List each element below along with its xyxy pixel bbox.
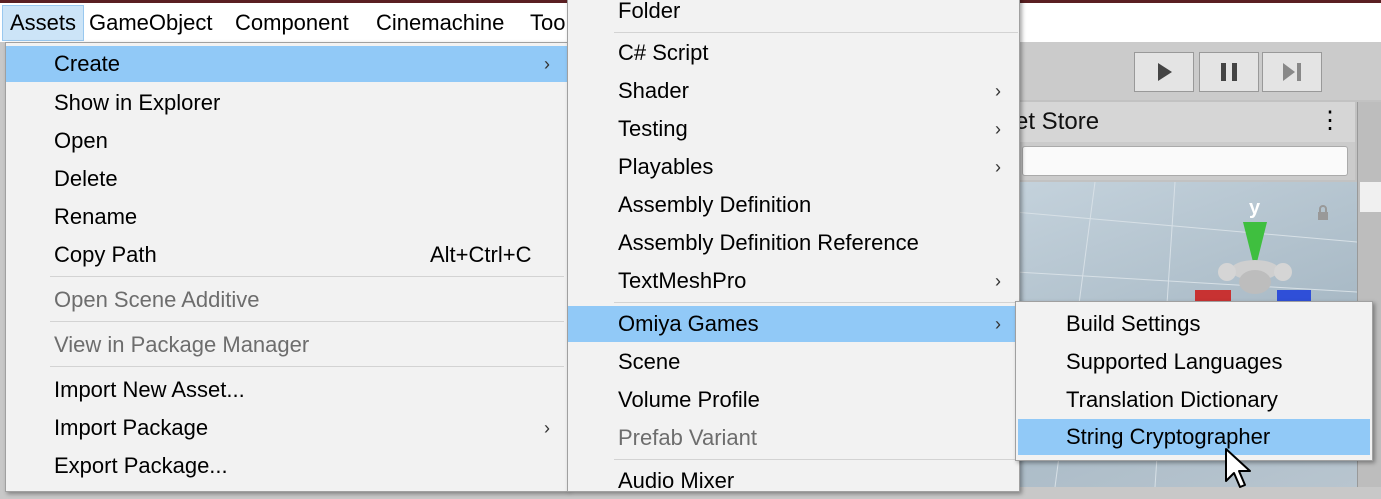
menubar-assets[interactable]: Assets: [1, 5, 85, 41]
play-toolbar: [1015, 42, 1381, 100]
menu-item-label: Shader: [618, 78, 689, 103]
gizmo-y-label: y: [1249, 197, 1261, 219]
menubar-tools[interactable]: Too: [530, 6, 565, 40]
menu-item-testing[interactable]: Testing ›: [568, 111, 1019, 147]
menu-item-label: Import New Asset...: [54, 377, 245, 402]
menu-item-label: Scene: [618, 349, 681, 374]
menu-item-label: Assembly Definition Reference: [618, 230, 919, 255]
menu-item-label: Create: [54, 51, 121, 76]
menu-separator: [614, 459, 1018, 460]
menu-separator: [50, 276, 564, 277]
menu-item-label: Assembly Definition: [618, 192, 812, 217]
chevron-right-icon: ›: [995, 314, 1001, 334]
menu-item-label: Delete: [54, 166, 118, 191]
menu-item-label: Open Scene Additive: [54, 287, 260, 312]
menu-item-string-cryptographer[interactable]: String Cryptographer: [1018, 419, 1370, 455]
menu-separator: [50, 366, 564, 367]
menu-item-label: Testing: [618, 116, 688, 141]
menu-item-label: Open: [54, 128, 108, 153]
chevron-right-icon: ›: [544, 418, 550, 438]
menu-item-label: Copy Path: [54, 242, 157, 267]
menu-separator: [614, 302, 1018, 303]
menu-item-show-in-explorer[interactable]: Show in Explorer: [6, 85, 567, 121]
omiya-games-submenu: Build Settings Supported Languages Trans…: [1015, 301, 1373, 461]
menu-item-label: View in Package Manager: [54, 332, 310, 357]
menu-item-open[interactable]: Open: [6, 123, 567, 159]
menu-item-shader[interactable]: Shader ›: [568, 73, 1019, 109]
menu-item-label: Omiya Games: [618, 311, 759, 336]
menu-item-label: Playables: [618, 154, 714, 179]
menu-item-shortcut: Alt+Ctrl+C: [430, 242, 532, 267]
step-button[interactable]: [1262, 52, 1322, 92]
play-button[interactable]: [1134, 52, 1194, 92]
menu-item-label: Folder: [618, 0, 681, 23]
create-submenu: Folder C# Script Shader › Testing › Play…: [567, 0, 1020, 493]
side-panel-scroll[interactable]: [1360, 182, 1381, 212]
menu-item-scene[interactable]: Scene: [568, 344, 1019, 380]
assets-menu: Create › Show in Explorer Open Delete Re…: [5, 42, 568, 492]
chevron-right-icon: ›: [544, 54, 550, 74]
menu-item-omiya-games[interactable]: Omiya Games ›: [568, 306, 1019, 342]
menu-item-prefab-variant: Prefab Variant: [568, 420, 1019, 456]
menu-item-rename[interactable]: Rename: [6, 199, 567, 235]
menubar-component[interactable]: Component: [235, 6, 349, 40]
asset-store-tab[interactable]: et Store: [1015, 106, 1099, 138]
menu-item-label: Supported Languages: [1066, 349, 1283, 374]
menu-item-import-package[interactable]: Import Package ›: [6, 410, 567, 446]
menu-item-label: Show in Explorer: [54, 90, 221, 115]
menu-item-import-new-asset[interactable]: Import New Asset...: [6, 372, 567, 408]
menu-item-label: Prefab Variant: [618, 425, 758, 450]
menu-item-textmeshpro[interactable]: TextMeshPro ›: [568, 263, 1019, 299]
pause-icon: [1221, 63, 1237, 81]
menu-item-label: Translation Dictionary: [1066, 387, 1278, 412]
mouse-cursor-icon: [1225, 448, 1251, 488]
menu-item-playables[interactable]: Playables ›: [568, 149, 1019, 185]
pause-button[interactable]: [1199, 52, 1259, 92]
menu-item-copy-path[interactable]: Copy Path Alt+Ctrl+C: [6, 237, 567, 273]
chevron-right-icon: ›: [995, 271, 1001, 291]
menu-item-supported-languages[interactable]: Supported Languages: [1016, 344, 1372, 380]
menu-separator: [50, 321, 564, 322]
menu-item-delete[interactable]: Delete: [6, 161, 567, 197]
chevron-right-icon: ›: [995, 157, 1001, 177]
chevron-right-icon: ›: [995, 119, 1001, 139]
menu-item-audio-mixer[interactable]: Audio Mixer: [568, 463, 1019, 499]
menu-item-label: Volume Profile: [618, 387, 760, 412]
menubar-gameobject[interactable]: GameObject: [89, 6, 213, 40]
menu-item-view-in-package-manager: View in Package Manager: [6, 327, 567, 363]
menu-item-label: Build Settings: [1066, 311, 1201, 336]
menu-separator: [614, 32, 1018, 33]
menu-item-build-settings[interactable]: Build Settings: [1016, 306, 1372, 342]
menu-item-label: Export Package...: [54, 453, 228, 478]
menu-item-label: Rename: [54, 204, 138, 229]
kebab-menu-icon[interactable]: ⋮: [1318, 106, 1342, 138]
chevron-right-icon: ›: [995, 81, 1001, 101]
menubar-cinemachine[interactable]: Cinemachine: [376, 6, 504, 40]
menu-item-volume-profile[interactable]: Volume Profile: [568, 382, 1019, 418]
step-icon: [1283, 63, 1301, 81]
menu-item-label: Import Package: [54, 415, 209, 440]
menu-item-assembly-definition[interactable]: Assembly Definition: [568, 187, 1019, 223]
menu-item-assembly-definition-reference[interactable]: Assembly Definition Reference: [568, 225, 1019, 261]
menu-item-label: Audio Mixer: [618, 468, 735, 493]
menu-item-translation-dictionary[interactable]: Translation Dictionary: [1016, 382, 1372, 418]
play-icon: [1158, 63, 1172, 81]
menu-item-export-package[interactable]: Export Package...: [6, 448, 567, 484]
menu-item-open-scene-additive: Open Scene Additive: [6, 282, 567, 318]
menu-item-csharp-script[interactable]: C# Script: [568, 35, 1019, 71]
menu-item-folder[interactable]: Folder: [568, 0, 1019, 29]
lock-icon[interactable]: [1315, 205, 1331, 221]
menu-item-label: C# Script: [618, 40, 709, 65]
menu-item-create[interactable]: Create ›: [6, 46, 567, 82]
menu-item-label: TextMeshPro: [618, 268, 747, 293]
scene-search-input[interactable]: [1022, 146, 1348, 176]
